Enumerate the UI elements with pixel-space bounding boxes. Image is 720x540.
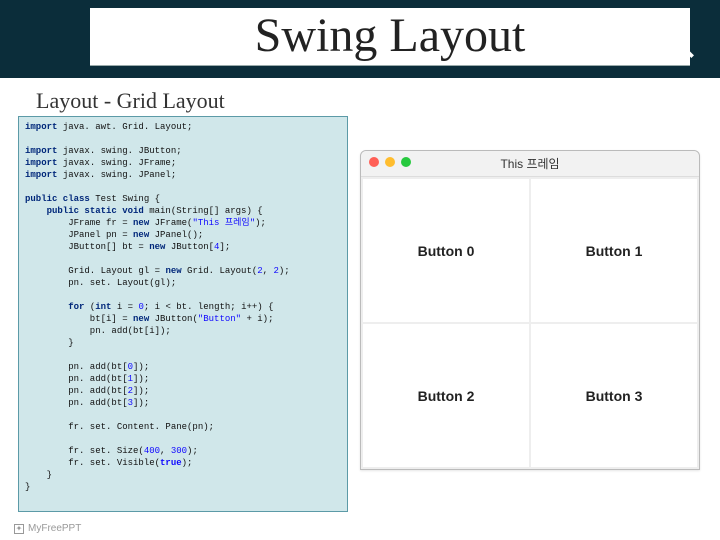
demo-window: This 프레임 Button 0 Button 1 Button 2 Butt… <box>360 150 700 470</box>
window-title-bar: This 프레임 <box>361 151 699 177</box>
watermark-text: MyFreePPT <box>28 523 81 534</box>
add-3: 3 <box>128 398 133 408</box>
grid-button-2[interactable]: Button 2 <box>363 324 529 467</box>
window-title: This 프레임 <box>500 155 559 172</box>
frame-title-arg: "This 프레임" <box>192 218 255 228</box>
button-grid: Button 0 Button 1 Button 2 Button 3 <box>361 177 699 469</box>
add-0: 0 <box>128 362 133 372</box>
grid-button-0[interactable]: Button 0 <box>363 179 529 322</box>
traffic-lights <box>369 157 411 167</box>
grid-button-3[interactable]: Button 3 <box>531 324 697 467</box>
section-subtitle: Layout - Grid Layout <box>36 88 225 114</box>
minimize-icon[interactable] <box>385 157 395 167</box>
close-icon[interactable] <box>369 157 379 167</box>
watermark-icon: ✦ <box>14 524 24 534</box>
magnify-icon <box>656 20 696 60</box>
btn-array-size: 4 <box>214 242 219 252</box>
btn-label: "Button" <box>198 314 241 324</box>
code-import-3: javax. swing. JPanel; <box>63 170 176 180</box>
add-1: 1 <box>128 374 133 384</box>
frame-h: 300 <box>171 446 187 456</box>
code-import-0: java. awt. Grid. Layout; <box>63 122 193 132</box>
grid-cols: 2 <box>273 266 278 276</box>
slide: Swing Layout Layout - Grid Layout import… <box>0 0 720 540</box>
grid-button-1[interactable]: Button 1 <box>531 179 697 322</box>
page-title: Swing Layout <box>90 8 690 66</box>
loop-start: 0 <box>138 302 143 312</box>
watermark: ✦ MyFreePPT <box>14 523 81 534</box>
code-panel: import java. awt. Grid. Layout; import j… <box>18 116 348 512</box>
code-import-1: javax. swing. JButton; <box>63 146 182 156</box>
code-import-2: javax. swing. JFrame; <box>63 158 176 168</box>
add-2: 2 <box>128 386 133 396</box>
frame-w: 400 <box>144 446 160 456</box>
zoom-icon[interactable] <box>401 157 411 167</box>
grid-rows: 2 <box>257 266 262 276</box>
class-name: Test Swing <box>95 194 149 204</box>
visible: true <box>160 458 182 468</box>
